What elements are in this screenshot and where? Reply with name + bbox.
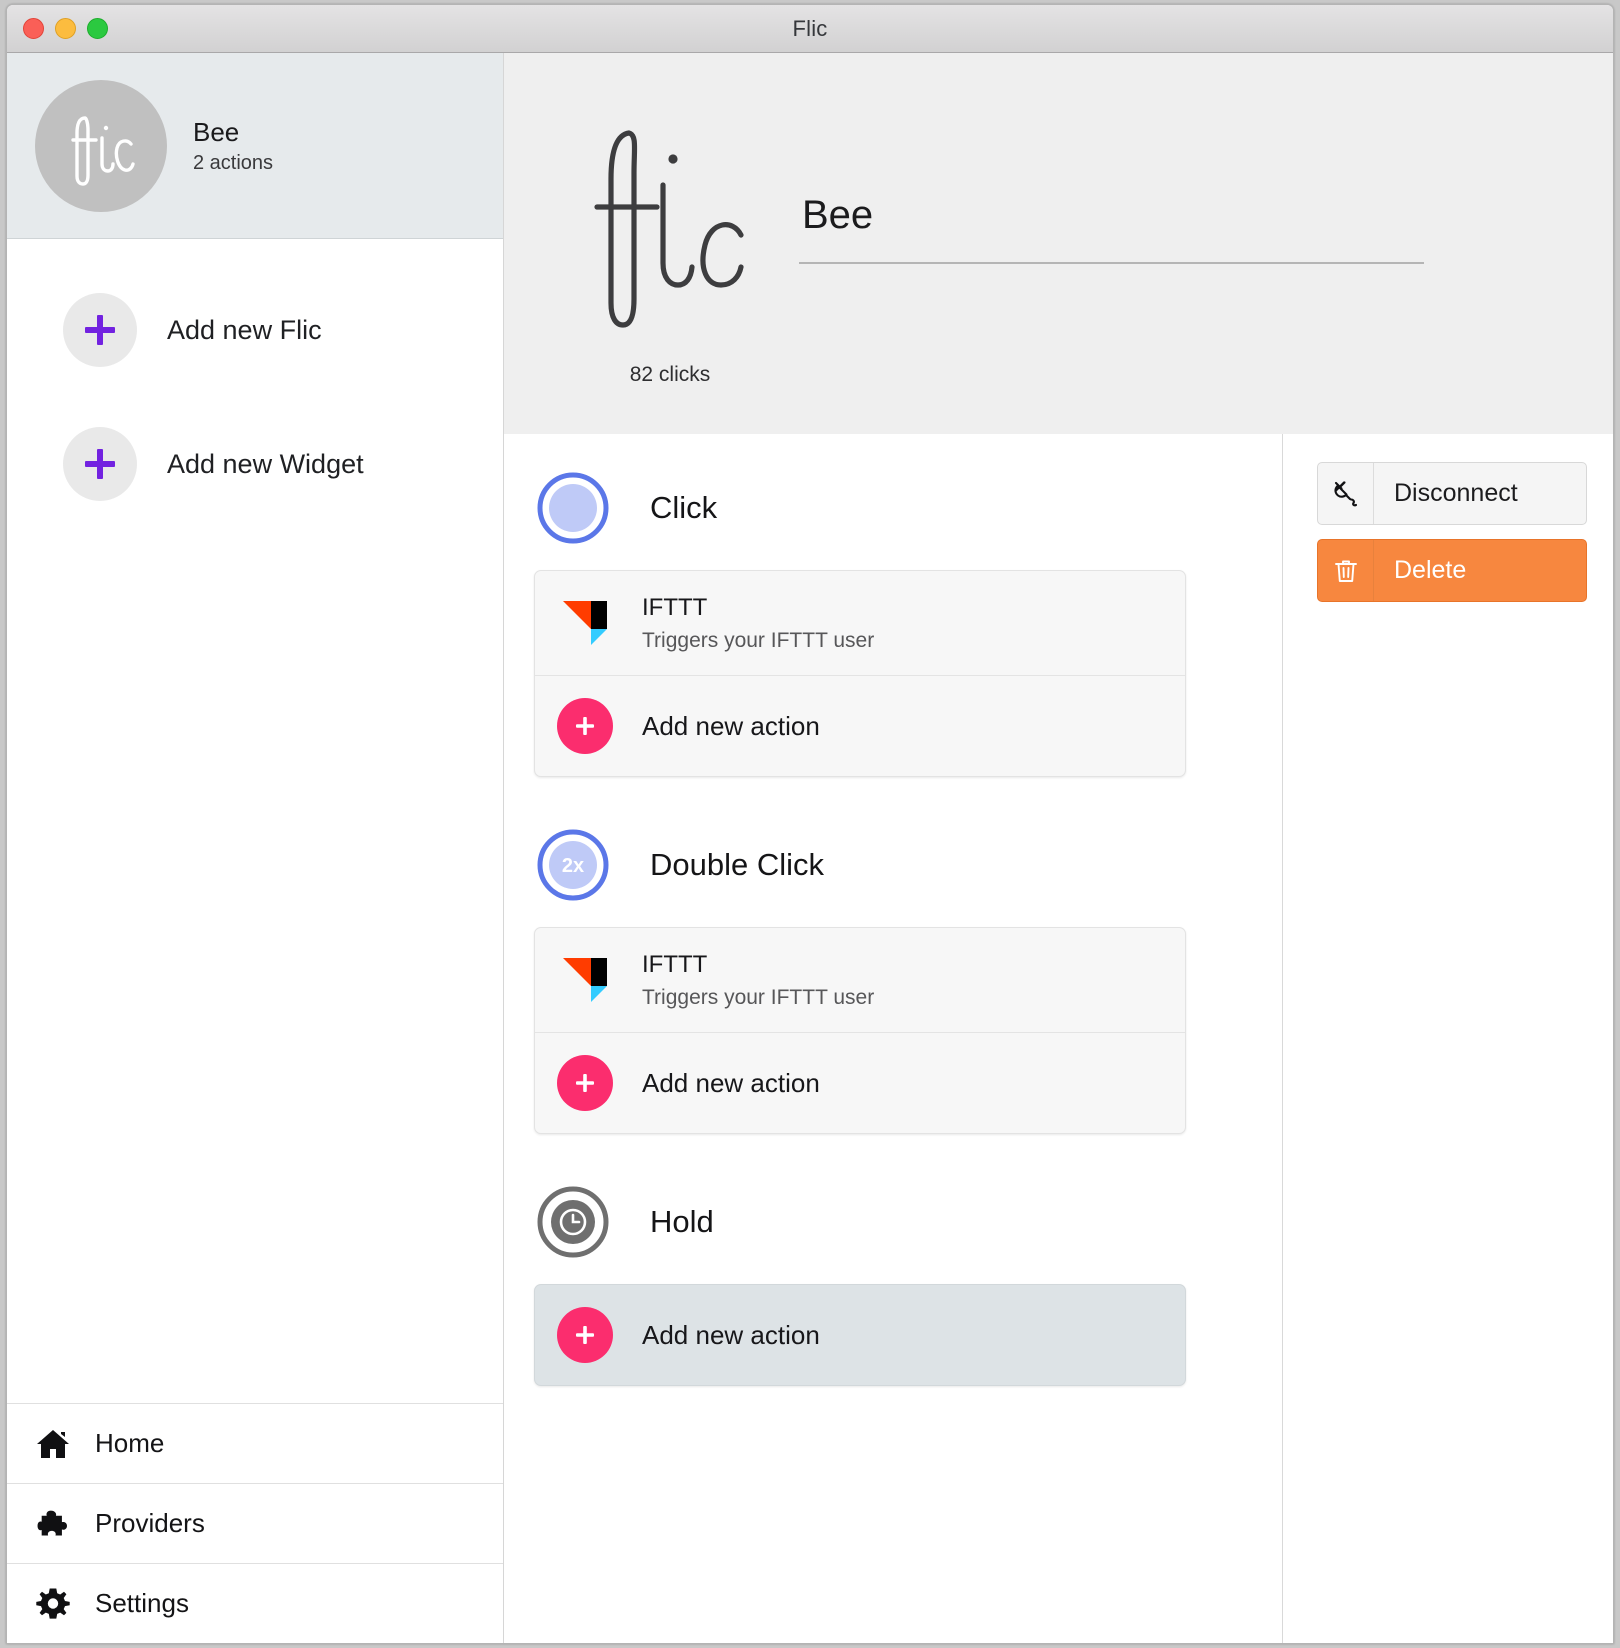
flic-script-logo-icon bbox=[594, 130, 744, 328]
flic-logo-icon bbox=[71, 115, 135, 186]
plus-icon bbox=[557, 698, 613, 754]
disconnect-label: Disconnect bbox=[1394, 479, 1518, 507]
avatar bbox=[35, 79, 167, 212]
device-name-field bbox=[799, 193, 1424, 264]
group-header: Hold bbox=[534, 1176, 1282, 1268]
sidebar-item-label: Home bbox=[95, 1428, 165, 1458]
ifttt-logo-icon bbox=[557, 952, 613, 1008]
unplug-icon bbox=[1318, 463, 1374, 524]
group-title: Double Click bbox=[650, 847, 825, 882]
sidebar-item-settings[interactable]: Settings bbox=[7, 1563, 503, 1643]
window-title: Flic bbox=[792, 15, 828, 41]
delete-label: Delete bbox=[1394, 556, 1467, 584]
group-header: Click bbox=[534, 462, 1282, 554]
add-new-action-row[interactable]: Add new action bbox=[535, 1032, 1185, 1133]
main-lower: Click IFTTT Triggers your IFTTT user Add… bbox=[504, 434, 1613, 1643]
action-row-text: IFTTT Triggers your IFTTT user bbox=[642, 950, 874, 1010]
gear-icon bbox=[31, 1582, 75, 1626]
home-icon bbox=[31, 1422, 75, 1466]
group-header: 2x Double Click bbox=[534, 819, 1282, 911]
device-header: 82 clicks bbox=[504, 53, 1613, 434]
action-group-click: Click IFTTT Triggers your IFTTT user Add… bbox=[534, 462, 1282, 777]
device-meta: Bee 2 actions bbox=[193, 116, 273, 176]
window-body: Bee 2 actions Add new Flic Add new Widge… bbox=[7, 53, 1613, 1643]
plus-icon bbox=[63, 427, 137, 501]
title-bar: Flic bbox=[7, 5, 1613, 53]
group-title: Hold bbox=[650, 1204, 714, 1239]
trash-icon bbox=[1318, 540, 1374, 601]
action-row-ifttt[interactable]: IFTTT Triggers your IFTTT user bbox=[535, 928, 1185, 1032]
sidebar-nav: Home Providers Settings bbox=[7, 1403, 503, 1643]
add-new-action-label: Add new action bbox=[642, 1319, 820, 1350]
action-title: IFTTT bbox=[642, 594, 708, 621]
plus-icon bbox=[557, 1055, 613, 1111]
flic-brand-block: 82 clicks bbox=[570, 115, 770, 387]
add-new-action-label: Add new action bbox=[642, 1067, 820, 1098]
close-button[interactable] bbox=[23, 18, 44, 39]
sidebar-item-add-new-flic[interactable]: Add new Flic bbox=[7, 275, 503, 385]
group-title: Click bbox=[650, 490, 718, 525]
sidebar-item-label: Providers bbox=[95, 1508, 205, 1538]
sidebar-item-label: Add new Flic bbox=[167, 314, 322, 345]
action-card: IFTTT Triggers your IFTTT user Add new a… bbox=[534, 570, 1186, 777]
main-panel: 82 clicks Bee Click IFTTT Triggers your … bbox=[504, 53, 1613, 1643]
action-row-text: IFTTT Triggers your IFTTT user bbox=[642, 593, 874, 653]
action-title: IFTTT bbox=[642, 951, 708, 978]
device-name-input[interactable] bbox=[799, 193, 1424, 264]
action-row-ifttt[interactable]: IFTTT Triggers your IFTTT user bbox=[535, 571, 1185, 675]
device-action-count: 2 actions bbox=[193, 152, 274, 175]
action-subtitle: Triggers your IFTTT user bbox=[642, 629, 875, 652]
add-new-action-label: Add new action bbox=[642, 710, 820, 741]
plus-icon bbox=[557, 1307, 613, 1363]
actions-column: Click IFTTT Triggers your IFTTT user Add… bbox=[504, 434, 1283, 1643]
device-name: Bee bbox=[193, 116, 240, 147]
hold-clock-icon bbox=[534, 1183, 612, 1261]
click-count: 82 clicks bbox=[629, 363, 711, 386]
app-window: Flic Bee 2 actions Add new Flic Add new … bbox=[6, 4, 1614, 1644]
action-card: IFTTT Triggers your IFTTT user Add new a… bbox=[534, 927, 1186, 1134]
action-card: Add new action bbox=[534, 1284, 1186, 1386]
window-controls bbox=[23, 5, 108, 52]
plus-icon bbox=[63, 293, 137, 367]
single-click-icon bbox=[534, 469, 612, 547]
disconnect-button[interactable]: Disconnect bbox=[1317, 462, 1587, 525]
ifttt-logo-icon bbox=[557, 595, 613, 651]
device-controls-column: Disconnect Delete bbox=[1283, 434, 1613, 1643]
add-new-action-row[interactable]: Add new action bbox=[535, 675, 1185, 776]
sidebar-item-providers[interactable]: Providers bbox=[7, 1483, 503, 1563]
action-subtitle: Triggers your IFTTT user bbox=[642, 986, 875, 1009]
sidebar: Bee 2 actions Add new Flic Add new Widge… bbox=[7, 53, 504, 1643]
puzzle-piece-icon bbox=[31, 1502, 75, 1546]
sidebar-item-label: Settings bbox=[95, 1588, 189, 1618]
add-new-action-row[interactable]: Add new action bbox=[535, 1285, 1185, 1385]
double-click-icon: 2x bbox=[534, 826, 612, 904]
maximize-button[interactable] bbox=[87, 18, 108, 39]
minimize-button[interactable] bbox=[55, 18, 76, 39]
sidebar-item-add-new-widget[interactable]: Add new Widget bbox=[7, 385, 503, 519]
sidebar-item-home[interactable]: Home bbox=[7, 1403, 503, 1483]
delete-button[interactable]: Delete bbox=[1317, 539, 1587, 602]
action-group-double-click: 2x Double Click IFTTT Triggers your IFTT… bbox=[534, 819, 1282, 1134]
sidebar-device-bee[interactable]: Bee 2 actions bbox=[7, 53, 503, 239]
action-group-hold: Hold Add new action bbox=[534, 1176, 1282, 1386]
sidebar-item-label: Add new Widget bbox=[167, 448, 364, 479]
svg-text:2x: 2x bbox=[562, 855, 584, 877]
sidebar-action-list: Add new Flic Add new Widget bbox=[7, 239, 503, 1403]
